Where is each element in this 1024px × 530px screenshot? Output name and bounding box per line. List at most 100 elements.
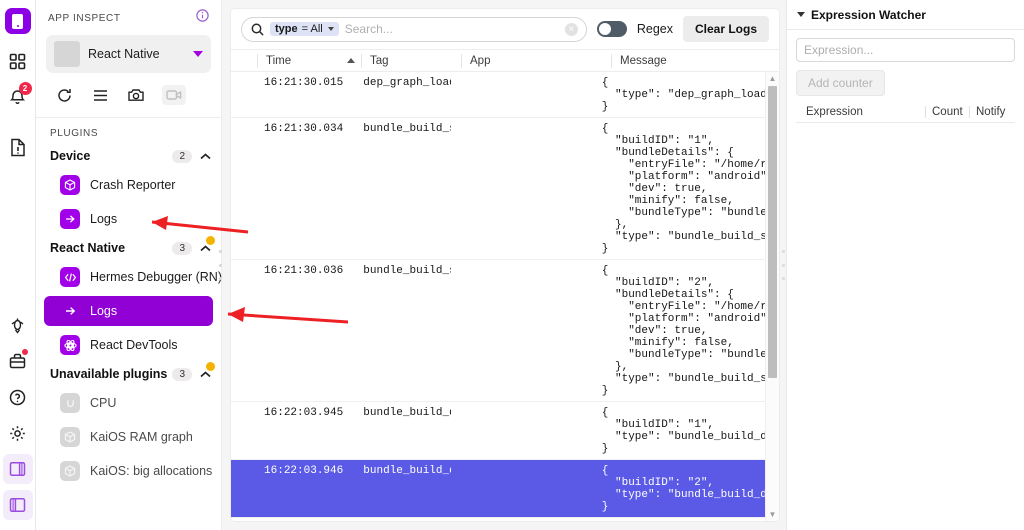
plugin-label: Logs <box>90 304 118 318</box>
column-label-time: Time <box>266 54 292 67</box>
table-header-tag[interactable]: Tag <box>361 53 461 68</box>
info-circle-icon[interactable] <box>196 9 209 27</box>
table-header-message[interactable]: Message <box>611 53 779 68</box>
chevron-up-icon[interactable] <box>200 244 211 252</box>
scrollbar-thumb[interactable] <box>768 86 777 378</box>
plugin-item-cpu[interactable]: CPU <box>44 388 213 418</box>
group-count: 3 <box>172 367 192 381</box>
group-count: 3 <box>172 241 192 255</box>
device-selector[interactable]: React Native <box>46 35 211 73</box>
chevron-down-icon[interactable] <box>327 27 334 31</box>
arrow-right-icon <box>60 301 80 321</box>
u-icon <box>60 393 80 413</box>
filter-chip-type[interactable]: type = All <box>270 22 339 36</box>
plugin-label: KaiOS: big allocations <box>90 464 213 478</box>
app-inspect-sidebar: APP INSPECT React Native PLUGINS Device … <box>36 0 222 530</box>
device-thumbnail <box>54 41 80 67</box>
record-video-icon[interactable] <box>162 85 186 105</box>
table-row[interactable]: i 16:22:07.455 client_log Running "flipp… <box>231 518 765 521</box>
plugins-label: PLUGINS <box>50 128 99 139</box>
logs-panel: type = All Search... × Regex Clear Logs … <box>222 0 786 530</box>
chevron-down-icon[interactable] <box>193 51 203 57</box>
table-row-selected[interactable]: 16:22:03.946 bundle_build_do { "buildID"… <box>231 460 765 518</box>
row-message: { "buildID": "1", "bundleDetails": { "en… <box>601 123 765 255</box>
plugin-group-unavailable[interactable]: Unavailable plugins 3 <box>36 362 221 386</box>
plugin-item-kaios-ram-graph[interactable]: KaiOS RAM graph <box>44 422 213 452</box>
search-icon <box>251 23 264 36</box>
plugin-group-device[interactable]: Device 2 <box>36 144 221 168</box>
table-row[interactable]: 16:21:30.036 bundle_build_st { "buildID"… <box>231 260 765 402</box>
row-time: 16:21:30.015 <box>264 77 344 89</box>
toolbox-icon[interactable] <box>3 346 33 376</box>
menu-list-icon[interactable] <box>90 85 110 105</box>
plugin-item-react-native-logs[interactable]: Logs <box>44 296 213 326</box>
filter-chip-value: = All <box>301 23 323 35</box>
expression-watcher-title: Expression Watcher <box>811 7 926 22</box>
plugin-item-crash-reporter[interactable]: Crash Reporter <box>44 170 213 200</box>
row-time: 16:22:03.945 <box>264 407 344 419</box>
plugin-label: Hermes Debugger (RN) <box>90 270 222 284</box>
expression-watcher-header[interactable]: Expression Watcher <box>787 0 1024 30</box>
scroll-down-icon[interactable]: ▼ <box>769 508 777 521</box>
column-label-message: Message <box>620 54 667 67</box>
right-panel-resize-handle[interactable] <box>779 248 787 282</box>
scrollbar-track[interactable] <box>768 86 777 507</box>
sort-ascending-icon[interactable] <box>347 58 355 63</box>
apps-grid-icon[interactable] <box>3 46 33 76</box>
table-header-time[interactable]: Time <box>257 53 361 68</box>
row-message: { "buildID": "2", "bundleDetails": { "en… <box>601 265 765 397</box>
table-header-icon-col <box>231 54 257 68</box>
plugin-item-react-devtools[interactable]: React DevTools <box>44 330 213 360</box>
plugin-item-kaios-big-allocations[interactable]: KaiOS: big allocations <box>44 456 213 486</box>
clear-logs-button[interactable]: Clear Logs <box>682 16 769 42</box>
table-header-app[interactable]: App <box>461 53 611 68</box>
camera-icon[interactable] <box>126 85 146 105</box>
bell-icon[interactable]: 2 <box>3 82 33 112</box>
column-label-app: App <box>470 54 491 67</box>
chevron-up-icon[interactable] <box>200 370 211 378</box>
group-notification-dot <box>206 236 215 245</box>
logs-toolbar: type = All Search... × Regex Clear Logs <box>231 9 779 49</box>
code-brackets-icon <box>60 267 80 287</box>
plugin-item-device-logs[interactable]: Logs <box>44 204 213 234</box>
flipper-logo[interactable] <box>4 8 31 34</box>
scroll-up-icon[interactable]: ▲ <box>769 72 777 85</box>
row-tag: bundle_build_st <box>363 123 450 135</box>
expression-watcher-columns: Expression Count Notify <box>796 106 1015 123</box>
table-header: Time Tag App Message <box>231 49 779 72</box>
plugin-label: KaiOS RAM graph <box>90 430 193 444</box>
arrow-right-icon <box>60 209 80 229</box>
table-row[interactable]: 16:21:30.034 bundle_build_st { "buildID"… <box>231 118 765 260</box>
plugin-group-react-native[interactable]: React Native 3 <box>36 236 221 260</box>
plugin-label: Crash Reporter <box>90 178 176 192</box>
plugin-item-hermes-debugger[interactable]: Hermes Debugger (RN) <box>44 262 222 292</box>
bug-rocket-icon[interactable] <box>3 310 33 340</box>
expression-watcher-list <box>787 123 1024 530</box>
table-row[interactable]: 16:21:30.015 dep_graph_loade { "type": "… <box>231 72 765 118</box>
expression-input[interactable] <box>796 38 1015 62</box>
device-toolbar <box>36 73 221 118</box>
group-name: React Native <box>50 241 126 255</box>
bell-badge-count: 2 <box>18 82 32 95</box>
clear-search-icon[interactable]: × <box>564 22 578 36</box>
regex-toggle[interactable] <box>596 21 627 37</box>
search-bar[interactable]: type = All Search... × <box>241 16 587 42</box>
document-alert-icon[interactable] <box>3 132 33 162</box>
gear-icon[interactable] <box>3 418 33 448</box>
table-row[interactable]: 16:22:03.945 bundle_build_do { "buildID"… <box>231 402 765 460</box>
flipper-window: 2 APP INSPECT React Native PLUGINS Devic… <box>0 0 1024 530</box>
vertical-scrollbar[interactable]: ▲ ▼ <box>765 72 779 521</box>
search-input[interactable]: Search... <box>345 22 559 36</box>
add-counter-button[interactable]: Add counter <box>796 70 885 96</box>
chevron-up-icon[interactable] <box>200 152 211 160</box>
row-message: { "buildID": "2", "type": "bundle_build_… <box>601 465 765 513</box>
group-name: Unavailable plugins <box>50 367 168 381</box>
collapse-triangle-icon[interactable] <box>797 12 805 17</box>
row-tag: dep_graph_loade <box>363 77 450 89</box>
reload-icon[interactable] <box>54 85 74 105</box>
row-tag: bundle_build_do <box>363 407 450 419</box>
expression-watcher-panel: Expression Watcher Add counter Expressio… <box>786 0 1024 530</box>
layout-left-panel-icon[interactable] <box>2 490 33 520</box>
help-circle-icon[interactable] <box>3 382 33 412</box>
layout-right-panel-icon[interactable] <box>2 454 33 484</box>
